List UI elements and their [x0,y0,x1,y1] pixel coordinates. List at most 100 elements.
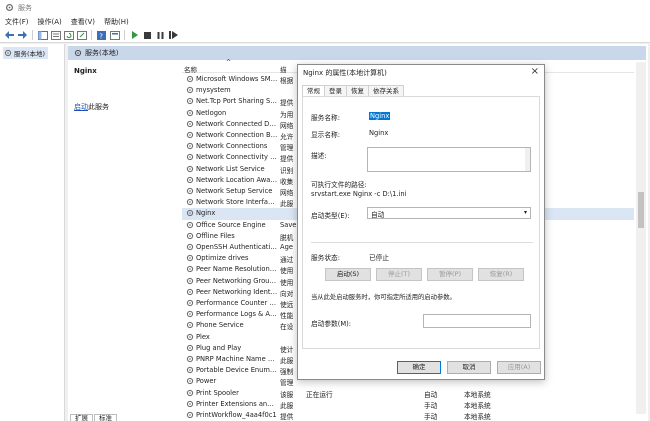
help-icon[interactable]: ? [96,30,107,41]
tab-dependencies[interactable]: 依存关系 [368,85,404,96]
list-vertical-scrollbar[interactable] [636,62,646,414]
service-name-cell: Printer Extensions and N... [196,399,278,408]
service-gear-icon [186,176,194,183]
service-gear-icon [186,378,194,385]
properties-icon[interactable] [109,30,120,41]
start-button[interactable]: 启动(S) [325,268,371,281]
close-icon[interactable]: × [531,67,539,77]
service-name-cell: Network Connections [196,142,268,151]
tree-item-services-local[interactable]: 服务(本地) [3,47,49,59]
service-name-cell: Netlogon [196,108,227,117]
content-header: 服务(本地) [68,46,646,60]
service-gear-icon [186,311,194,318]
column-name[interactable]: 名称 [184,64,197,74]
menu-bar: 文件(F) 操作(A) 查看(V) 帮助(H) [0,15,650,28]
service-startup-cell: 自动 [424,390,438,399]
service-gear-icon [186,322,194,329]
export-list-icon[interactable] [76,30,87,41]
dialog-title: Nginx 的属性(本地计算机) [303,69,387,77]
service-name-cell: Phone Service [196,321,244,330]
description-scrollbar[interactable] [525,148,530,171]
general-tab-panel: 服务名称: Nginx 显示名称: Nginx 描述: 可执行文件的路径: sr… [302,96,540,349]
exe-path-value[interactable]: srvstart.exe Nginx -c D:\1.ini [311,190,407,198]
service-gear-icon [186,165,194,172]
menu-help[interactable]: 帮助(H) [104,17,129,27]
tab-logon[interactable]: 登录 [324,85,347,96]
pause-service-icon[interactable] [155,30,166,41]
service-gear-icon [186,221,194,228]
scrollbar-thumb[interactable] [638,192,644,228]
exe-path-label: 可执行文件的路径: [311,181,367,189]
refresh-icon[interactable] [63,30,74,41]
table-row[interactable]: PrintWorkflow_4aa4f0c1 提供 手动 本地系统 [182,410,634,421]
tab-standard[interactable]: 标准 [94,414,117,421]
chevron-down-icon: ▾ [523,209,527,216]
service-name-cell: PNRP Machine Name Pu... [196,355,278,363]
service-logon-cell: 本地系统 [464,390,491,399]
section-divider [311,242,533,243]
resume-button[interactable]: 恢复(R) [478,268,524,281]
description-label: 描述: [311,152,327,160]
pause-button[interactable]: 暂停(P) [427,268,473,281]
detail-pane: Nginx 启动此服务 [68,62,178,402]
startup-type-select[interactable]: 自动 ▾ [367,207,531,219]
service-name-cell: Peer Name Resolution Pr... [196,265,278,274]
apply-button[interactable]: 应用(A) [497,361,541,374]
service-name-label: 服务名称: [311,114,341,122]
service-gear-icon [186,154,194,161]
content-header-label: 服务(本地) [85,49,119,57]
menu-file[interactable]: 文件(F) [5,17,29,27]
stop-service-icon[interactable] [142,30,153,41]
service-name-cell: Print Spooler [196,388,239,397]
service-name-cell: PrintWorkflow_4aa4f0c1 [196,411,277,419]
start-service-icon[interactable] [129,30,140,41]
restart-service-icon[interactable] [168,30,179,41]
detail-start-link-row: 启动此服务 [74,102,109,112]
table-row[interactable]: Printer Extensions and N... 此服 手动 本地系统 [182,399,634,410]
service-startup-cell: 手动 [424,413,438,421]
service-name-cell: Offline Files [196,231,235,240]
service-description-cell: 提供 [280,413,294,421]
service-gear-icon [186,199,194,206]
column-description[interactable]: 描 [280,64,287,74]
service-gear-icon [186,87,194,94]
tab-extended[interactable]: 扩展 [70,414,93,421]
bottom-view-tabs: 扩展 标准 [70,414,117,421]
service-name-cell: Network Store Interface ... [196,198,278,207]
service-name-cell: Network Connectivity Ass... [196,153,278,162]
description-textbox[interactable] [367,147,531,172]
start-service-link[interactable]: 启动 [74,103,88,111]
display-name-label: 显示名称: [311,131,341,139]
back-arrow-icon[interactable] [4,30,15,41]
properties-list-icon[interactable] [50,30,61,41]
console-tree-icon[interactable] [37,30,48,41]
service-name-value[interactable]: Nginx [369,112,391,120]
service-name-cell: Microsoft Windows SMS ... [196,75,278,83]
service-gear-icon [186,299,194,307]
cancel-button[interactable]: 取消 [447,361,491,374]
tab-recovery[interactable]: 恢复 [346,85,369,96]
dialog-tabs: 常规 登录 恢复 依存关系 [302,85,404,97]
service-name-cell: OpenSSH Authentication ... [196,243,278,251]
menu-action[interactable]: 操作(A) [38,17,62,27]
service-status-cell: 正在运行 [306,390,333,399]
service-name-cell: Performance Counter DL... [196,299,278,307]
service-logon-cell: 本地系统 [464,413,491,421]
table-row[interactable]: Print Spooler 该服 正在运行 自动 本地系统 [182,388,634,399]
display-name-value[interactable]: Nginx [369,129,388,137]
start-params-input[interactable] [423,314,531,328]
service-gear-icon [186,400,194,407]
detail-service-title: Nginx [74,67,97,75]
ok-button[interactable]: 确定 [397,361,441,374]
service-status-value: 已停止 [369,254,390,262]
stop-button[interactable]: 停止(T) [376,268,422,281]
service-gear-icon [186,143,194,150]
forward-arrow-icon[interactable] [17,30,28,41]
console-tree: 服务(本地) [0,44,65,421]
menu-view[interactable]: 查看(V) [71,17,95,27]
service-name-cell: Peer Networking Groupi... [196,276,278,285]
service-gear-icon [186,120,194,127]
service-gear-icon [186,98,194,105]
service-name-cell: Net.Tcp Port Sharing Ser... [196,97,278,106]
service-gear-icon [186,232,194,239]
